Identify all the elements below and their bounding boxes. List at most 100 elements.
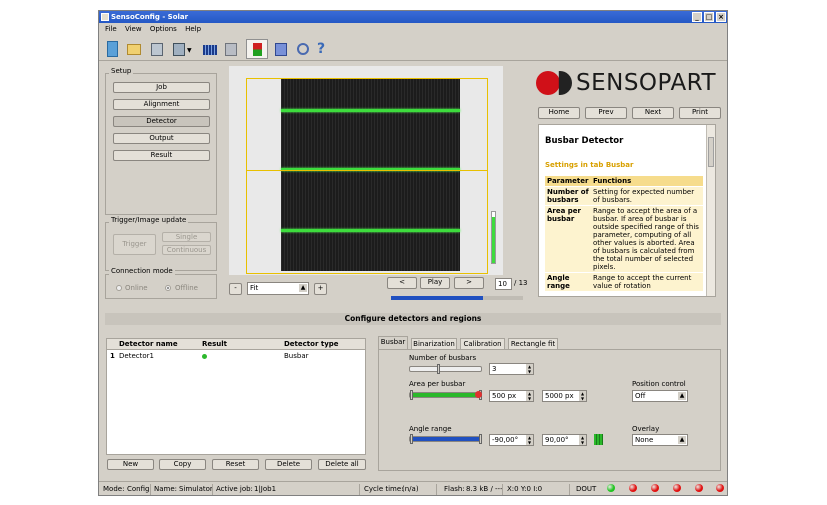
result-button[interactable]: Result: [113, 150, 210, 161]
overlay-select[interactable]: None ▲: [632, 434, 688, 446]
help-param: Angle range: [545, 272, 591, 291]
offline-radio[interactable]: [165, 285, 171, 291]
menu-bar: File View Options Help: [99, 24, 727, 35]
tab-busbar[interactable]: Busbar: [378, 336, 408, 349]
help-col-param: Parameter: [545, 176, 591, 187]
save-icon[interactable]: [151, 43, 163, 56]
zoom-value: Fit: [250, 284, 259, 292]
tab-rectangle-fit[interactable]: Rectangle fit: [508, 338, 558, 349]
help-scrollbar[interactable]: [706, 125, 715, 296]
angle-min-input[interactable]: -90,00° ▲ ▼: [489, 434, 534, 446]
help-func: Range to accept the area of a busbar. If…: [591, 205, 703, 273]
area-slider[interactable]: [409, 390, 482, 400]
close-button[interactable]: ×: [716, 12, 726, 22]
spinner-arrows-icon: ▲ ▼: [579, 435, 586, 445]
single-button[interactable]: Single: [162, 232, 211, 242]
help-prev-button[interactable]: Prev: [585, 107, 627, 119]
menu-options[interactable]: Options: [150, 25, 177, 33]
help-print-button[interactable]: Print: [679, 107, 721, 119]
angle-slider[interactable]: [409, 434, 482, 444]
roi-centerline: [247, 170, 487, 171]
new-detector-button[interactable]: New: [107, 459, 154, 470]
position-control-label: Position control: [632, 380, 686, 388]
detector-roi[interactable]: [246, 78, 488, 274]
menu-view[interactable]: View: [125, 25, 142, 33]
job-value: 1|Job1: [254, 485, 277, 493]
play-button[interactable]: Play: [420, 277, 450, 289]
area-min-value: 500 px: [492, 392, 517, 400]
col-result: Result: [202, 340, 228, 348]
dout-led-1: [607, 484, 615, 492]
alignment-button[interactable]: Alignment: [113, 99, 210, 110]
row-detector-type: Busbar: [284, 352, 309, 360]
num-busbars-input[interactable]: 3 ▲ ▼: [489, 363, 534, 375]
frame-input[interactable]: 10: [495, 278, 512, 290]
area-min-input[interactable]: 500 px ▲ ▼: [489, 390, 534, 402]
next-image-button[interactable]: >: [454, 277, 484, 289]
job-button[interactable]: Job: [113, 82, 210, 93]
table-row[interactable]: 1 Detector1 Busbar: [107, 351, 365, 361]
app-icon: [101, 13, 109, 21]
logo-mark-icon: [536, 71, 560, 95]
col-detector-type: Detector type: [284, 340, 339, 348]
menu-file[interactable]: File: [105, 25, 117, 33]
cube-icon[interactable]: [225, 43, 237, 56]
help-icon[interactable]: ?: [317, 41, 327, 57]
frame-total: / 13: [514, 279, 528, 287]
tab-binarization[interactable]: Binarization: [411, 338, 457, 349]
row-detector-name: Detector1: [119, 352, 154, 360]
upload-icon[interactable]: [173, 43, 185, 56]
reset-detector-button[interactable]: Reset: [212, 459, 259, 470]
coords-readout: X:0 Y:0 I:0: [507, 485, 543, 493]
zoom-in-button[interactable]: +: [314, 283, 327, 295]
minimize-button[interactable]: _: [692, 12, 702, 22]
help-home-button[interactable]: Home: [538, 107, 580, 119]
delete-all-button[interactable]: Delete all: [318, 459, 366, 470]
spinner-arrows-icon: ▲ ▼: [579, 391, 586, 401]
monitor-icon[interactable]: [275, 43, 287, 56]
zoom-select[interactable]: Fit ▲: [247, 282, 309, 295]
num-busbars-slider[interactable]: [409, 364, 482, 374]
area-label: Area per busbar: [409, 380, 466, 388]
logo-text: SENSOPART: [576, 70, 717, 96]
cycle-label: Cycle time:: [364, 485, 404, 493]
detector-list[interactable]: Detector name Result Detector type 1 Det…: [106, 338, 366, 455]
copy-detector-button[interactable]: Copy: [159, 459, 206, 470]
chevron-down-icon[interactable]: ▼: [187, 47, 193, 54]
maximize-button[interactable]: □: [704, 12, 714, 22]
help-col-func: Functions: [591, 176, 703, 187]
sensor-icon[interactable]: [203, 45, 217, 55]
tab-calibration[interactable]: Calibration: [460, 338, 505, 349]
trigger-button[interactable]: Trigger: [113, 234, 156, 255]
position-control-value: Off: [635, 392, 646, 400]
open-folder-icon[interactable]: [127, 44, 141, 55]
output-button[interactable]: Output: [113, 133, 210, 144]
image-viewer[interactable]: [229, 66, 503, 275]
prev-image-button[interactable]: <: [387, 277, 417, 289]
result-ok-icon: [202, 354, 207, 359]
search-icon[interactable]: [297, 43, 309, 55]
help-panel[interactable]: Busbar Detector Settings in tab Busbar P…: [538, 124, 716, 297]
detector-button[interactable]: Detector: [113, 116, 210, 127]
zoom-out-button[interactable]: -: [229, 283, 242, 295]
angle-max-input[interactable]: 90,00° ▲ ▼: [542, 434, 587, 446]
dout-led-5: [695, 484, 703, 492]
online-radio[interactable]: [116, 285, 122, 291]
continuous-button[interactable]: Continuous: [162, 245, 211, 255]
menu-help[interactable]: Help: [185, 25, 201, 33]
spinner-arrows-icon: ▲ ▼: [526, 391, 533, 401]
position-control-select[interactable]: Off ▲: [632, 390, 688, 402]
result-bar: [491, 211, 496, 264]
help-next-button[interactable]: Next: [632, 107, 674, 119]
window-title: SensoConfig - Solar: [111, 13, 189, 21]
frame-slider[interactable]: [391, 296, 523, 300]
help-title: Busbar Detector: [545, 136, 624, 146]
delete-detector-button[interactable]: Delete: [265, 459, 312, 470]
live-image-button[interactable]: [246, 39, 268, 59]
num-busbars-value: 3: [492, 365, 497, 373]
dout-label: DOUT: [576, 485, 597, 493]
offline-label: Offline: [175, 284, 198, 292]
new-file-icon[interactable]: [107, 41, 118, 57]
area-max-input[interactable]: 5000 px ▲ ▼: [542, 390, 587, 402]
chevron-down-icon: ▲: [299, 284, 307, 292]
